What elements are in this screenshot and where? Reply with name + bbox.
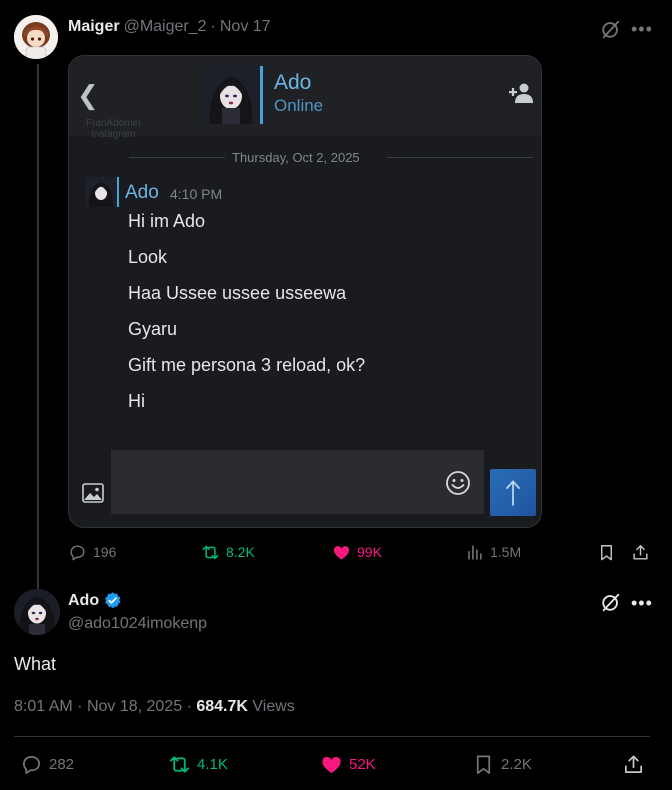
views-count[interactable]: 684.7K [196, 698, 248, 715]
views-label: Views [252, 698, 295, 715]
add-friend-icon [509, 83, 533, 103]
bookmark-icon [476, 754, 491, 774]
verified-icon [105, 592, 121, 609]
message-line: Look [128, 247, 168, 267]
parent-tweet-header: Maiger @Maiger_2 · Nov 17 [68, 18, 271, 36]
thread-connector-line [37, 64, 39, 590]
tweet-metadata: 8:01 AM · Nov 18, 2025 · 684.7K Views [14, 698, 295, 716]
message-line: Hi [128, 391, 145, 411]
bookmark-count: 2.2K [501, 755, 532, 773]
send-button [490, 469, 536, 516]
message-sender-bar [117, 177, 119, 207]
contact-name: Ado [274, 71, 312, 94]
reply-icon [22, 755, 41, 774]
like-button[interactable]: 52K [320, 750, 376, 778]
author-name[interactable]: Ado [68, 592, 99, 610]
back-arrow-icon: ❮ [77, 80, 99, 110]
main-tweet-actions: 282 4.1K 52K 2.2K [14, 750, 654, 778]
avatar-illustration [14, 589, 60, 635]
separator-dot: · [210, 18, 216, 35]
grok-icon[interactable] [600, 18, 622, 40]
like-icon [322, 756, 341, 773]
author-name[interactable]: Maiger [68, 18, 120, 36]
avatar[interactable] [14, 589, 60, 635]
bookmark-button[interactable]: 2.2K [472, 750, 532, 778]
message-list: Hi im Ado Look Haa Ussee ussee usseewa G… [128, 210, 365, 426]
reply-icon [70, 544, 85, 560]
contact-avatar-illustration [202, 66, 260, 124]
reply-button[interactable]: 196 [68, 540, 116, 564]
date-separator: Thursday, Oct 2, 2025 [69, 148, 541, 168]
avatar[interactable] [14, 15, 58, 59]
message-line: Gyaru [128, 319, 178, 339]
views-button[interactable]: 1.5M [465, 540, 521, 564]
parent-tweet-actions: 196 8.2K 99K 1.5M [68, 540, 658, 564]
tweet-date[interactable]: Nov 17 [220, 18, 271, 36]
separator-dot: · [186, 698, 192, 715]
message-line: Haa Ussee ussee usseewa [128, 283, 347, 303]
send-arrow-icon [506, 480, 520, 506]
views-icon [468, 544, 482, 560]
image-icon [82, 483, 104, 503]
tweet-date[interactable]: Nov 18, 2025 [87, 698, 182, 715]
repost-count: 4.1K [197, 755, 228, 773]
bookmark-button[interactable] [597, 540, 616, 564]
share-icon [633, 544, 648, 560]
watermark-line: FranAdomin [86, 118, 141, 129]
more-icon[interactable]: ••• [631, 20, 653, 38]
message-sender: Ado [125, 182, 159, 203]
emoji-icon [446, 471, 470, 495]
like-button[interactable]: 99K [332, 540, 382, 564]
separator-dot: · [77, 698, 83, 715]
reply-count: 282 [49, 755, 75, 773]
share-button[interactable] [622, 750, 645, 778]
author-handle[interactable]: @ado1024imokenp [68, 615, 207, 633]
main-tweet-header: Ado [68, 591, 122, 610]
share-icon [624, 754, 643, 773]
repost-button[interactable]: 4.1K [168, 750, 228, 778]
like-count: 99K [357, 544, 382, 560]
message-line: Hi im Ado [128, 211, 206, 231]
message-time: 4:10 PM [170, 186, 223, 202]
repost-icon [202, 545, 219, 559]
watermark-line: Instagram [91, 129, 136, 140]
like-icon [333, 545, 350, 560]
contact-avatar [202, 66, 260, 124]
grok-icon[interactable] [600, 591, 622, 613]
date-separator-line [129, 157, 225, 158]
message-line: Gift me persona 3 reload, ok? [128, 355, 366, 375]
more-icon[interactable]: ••• [631, 594, 653, 612]
date-separator-line [387, 157, 533, 158]
message-avatar-illustration [85, 177, 117, 207]
reply-button[interactable]: 282 [20, 750, 74, 778]
watermark: FranAdomin Instagram [86, 118, 140, 140]
views-count: 1.5M [490, 544, 522, 560]
contact-status-bar [260, 66, 263, 124]
divider [14, 736, 650, 737]
share-button[interactable] [631, 540, 650, 564]
repost-icon [169, 755, 190, 773]
author-handle[interactable]: @Maiger_2 [124, 18, 207, 36]
contact-status: Online [274, 96, 324, 115]
avatar-illustration [14, 15, 58, 59]
repost-count: 8.2K [226, 544, 255, 560]
like-count: 52K [349, 755, 376, 773]
chat-input-box [111, 450, 484, 514]
tweet-text: What [14, 654, 57, 674]
reply-count: 196 [93, 544, 117, 560]
repost-button[interactable]: 8.2K [201, 540, 255, 564]
bookmark-icon [601, 544, 612, 560]
tweet-time[interactable]: 8:01 AM [14, 698, 73, 715]
message-avatar [85, 177, 117, 207]
date-separator-text: Thursday, Oct 2, 2025 [232, 150, 360, 165]
embedded-chat-image[interactable]: ❮ Ado Online FranAdomin Instagram Thursd… [68, 55, 542, 528]
